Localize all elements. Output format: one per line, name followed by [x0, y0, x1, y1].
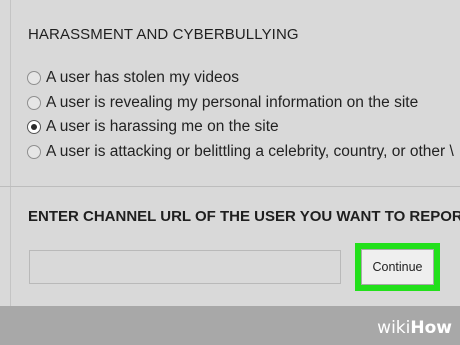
radio-option-personal-info[interactable]: A user is revealing my personal informat… — [27, 91, 460, 116]
continue-button[interactable]: Continue — [361, 249, 434, 285]
section-title: HARASSMENT AND CYBERBULLYING — [28, 26, 299, 43]
continue-button-highlight: Continue — [355, 243, 440, 291]
report-panel: HARASSMENT AND CYBERBULLYING A user has … — [0, 0, 460, 306]
radio-option-stolen-videos[interactable]: A user has stolen my videos — [27, 66, 460, 91]
panel-left-border — [10, 0, 11, 306]
radio-option-label: A user is revealing my personal informat… — [46, 93, 419, 111]
radio-button-selected[interactable] — [27, 120, 41, 135]
channel-url-prompt: ENTER CHANNEL URL OF THE USER YOU WANT T… — [28, 208, 460, 225]
radio-button[interactable] — [27, 144, 41, 159]
radio-option-attacking-celebrity[interactable]: A user is attacking or belittling a cele… — [27, 140, 460, 165]
watermark-prefix: wiki — [377, 318, 411, 338]
radio-option-harassing-me[interactable]: A user is harassing me on the site — [27, 115, 460, 140]
radio-option-label: A user is attacking or belittling a cele… — [46, 142, 454, 160]
radio-button[interactable] — [27, 71, 41, 86]
radio-option-label: A user is harassing me on the site — [46, 118, 279, 136]
watermark-suffix: How — [410, 318, 452, 338]
radio-option-label: A user has stolen my videos — [46, 69, 239, 87]
wikihow-watermark-logo: wikiHow — [377, 318, 452, 338]
radio-button[interactable] — [27, 95, 41, 110]
section-divider — [0, 186, 460, 187]
report-reason-radio-group: A user has stolen my videos A user is re… — [27, 66, 460, 164]
channel-url-input[interactable] — [29, 250, 341, 284]
